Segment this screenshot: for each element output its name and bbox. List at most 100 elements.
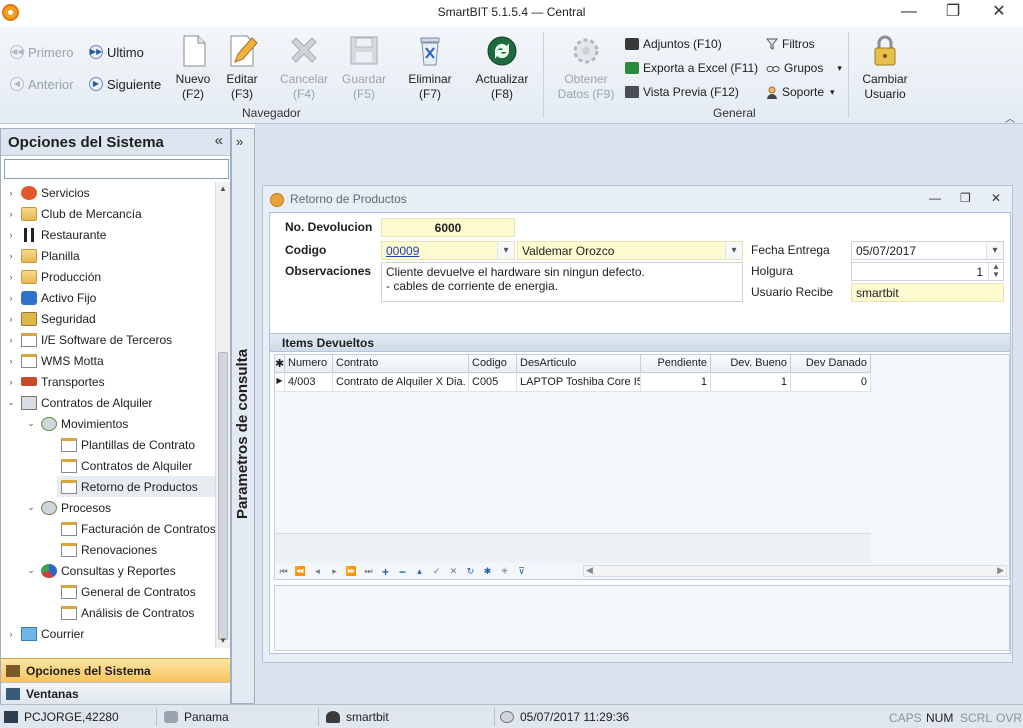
tree-item-courrier[interactable]: › Courrier	[5, 623, 84, 644]
guardar-button[interactable]: Guardar (F5)	[333, 32, 395, 106]
scroll-right-icon[interactable]: ▶	[997, 565, 1004, 576]
minimize-button[interactable]: —	[886, 0, 932, 26]
tree-item-ie-software[interactable]: › I/E Software de Terceros	[5, 329, 172, 350]
tree-item-movimientos[interactable]: ⌄ Movimientos	[25, 413, 128, 434]
grid-hscrollbar[interactable]: ◀ ▶	[583, 565, 1007, 577]
form-close-button[interactable]: ✕	[991, 191, 1001, 205]
observaciones-field[interactable]: Cliente devuelve el hardware sin ningun …	[381, 262, 743, 302]
cliente-field[interactable]: Valdemar Orozco	[517, 241, 743, 260]
eliminar-button[interactable]: Eliminar (F7)	[399, 32, 461, 106]
form-minimize-button[interactable]: —	[929, 191, 941, 205]
collapse-ribbon-icon[interactable]: ︿	[1005, 110, 1015, 125]
tree-item-consultas[interactable]: ⌄ Consultas y Reportes	[25, 560, 176, 581]
grid-header[interactable]: Dev. Bueno	[711, 355, 791, 373]
obtener-datos-button[interactable]: Obtener Datos (F9)	[555, 32, 617, 106]
nav-prev-icon[interactable]: ◂	[309, 566, 326, 577]
grid-header[interactable]: DesArticulo	[517, 355, 641, 373]
nav-cancel-icon[interactable]: ✕	[445, 566, 462, 577]
grid-cell[interactable]: 4/003	[285, 374, 333, 392]
exporta-excel-button[interactable]: Exporta a Excel (F11)	[625, 58, 758, 78]
tree-item-transportes[interactable]: › Transportes	[5, 371, 105, 392]
grid-header[interactable]: Dev Danado	[791, 355, 871, 373]
expand-icon[interactable]: ›	[5, 314, 17, 324]
nav-goto-bookmark-icon[interactable]: ✳	[496, 566, 513, 577]
codigo-field[interactable]: 00009	[381, 241, 515, 260]
expand-icon[interactable]: ›	[5, 377, 17, 387]
nav-refresh-icon[interactable]: ↻	[462, 566, 479, 577]
tree-item-servicios[interactable]: › Servicios	[5, 182, 90, 203]
expand-icon[interactable]: ›	[5, 209, 17, 219]
params-panel[interactable]: » Parametros de consulta	[231, 128, 255, 704]
maximize-button[interactable]: ❐	[930, 0, 976, 26]
grid-header[interactable]: Pendiente	[641, 355, 711, 373]
collapse-icon[interactable]: ⌄	[5, 397, 17, 408]
nav-opciones-sistema[interactable]: Opciones del Sistema	[1, 658, 230, 682]
collapse-icon[interactable]: ⌄	[25, 565, 37, 576]
nav-filter-icon[interactable]: ⊽	[513, 566, 530, 577]
tree-item-activo-fijo[interactable]: › Activo Fijo	[5, 287, 96, 308]
tree-item-general-contratos[interactable]: General de Contratos	[57, 581, 196, 602]
tree-item-produccion[interactable]: › Producción	[5, 266, 101, 287]
actualizar-button[interactable]: Actualizar (F8)	[471, 32, 533, 106]
collapse-icon[interactable]: ⌄	[25, 418, 37, 429]
tree-item-procesos[interactable]: ⌄ Procesos	[25, 497, 111, 518]
form-restore-button[interactable]: ❐	[960, 191, 971, 205]
expand-icon[interactable]: ›	[5, 335, 17, 345]
tree-item-facturacion[interactable]: Facturación de Contratos	[57, 518, 215, 539]
expand-icon[interactable]: ›	[5, 629, 17, 639]
tree-item-planilla[interactable]: › Planilla	[5, 245, 80, 266]
holgura-spinner-icon[interactable]: ▲ ▼	[988, 263, 1003, 280]
grid-header[interactable]: Numero	[285, 355, 333, 373]
nav-prev-page-icon[interactable]: ⏪	[292, 566, 309, 577]
grupos-button[interactable]: Grupos ▾	[766, 58, 842, 78]
nav-last-icon[interactable]: ⏭	[360, 566, 377, 577]
tree-item-seguridad[interactable]: › Seguridad	[5, 308, 96, 329]
collapse-icon[interactable]: ⌄	[25, 502, 37, 513]
editar-button[interactable]: Editar (F3)	[211, 32, 273, 106]
tree-item-retorno-productos[interactable]: Retorno de Productos	[57, 476, 215, 497]
grid-cell[interactable]: 1	[641, 374, 711, 392]
expand-icon[interactable]: ›	[5, 356, 17, 366]
tree-item-wms[interactable]: › WMS Motta	[5, 350, 104, 371]
nav-add-icon[interactable]: +	[377, 565, 394, 579]
grid-cell[interactable]: Contrato de Alquiler X Dia.	[333, 374, 469, 392]
anterior-button[interactable]: ◀ Anterior	[10, 74, 74, 94]
sidebar-search-input[interactable]	[4, 159, 229, 179]
tree-scrollbar[interactable]: ▲ ▼	[215, 182, 230, 648]
ultimo-button[interactable]: ▶▶ Ultimo	[89, 42, 144, 62]
no-devolucion-field[interactable]: 6000	[381, 218, 515, 237]
expand-icon[interactable]: ›	[5, 251, 17, 261]
tree-item-plantillas[interactable]: Plantillas de Contrato	[57, 434, 195, 455]
adjuntos-button[interactable]: Adjuntos (F10)	[625, 34, 722, 54]
primero-button[interactable]: ◀◀ Primero	[10, 42, 74, 62]
grid-header[interactable]: Contrato	[333, 355, 469, 373]
fecha-entrega-field[interactable]: 05/07/2017	[851, 241, 1004, 260]
scroll-thumb[interactable]	[218, 352, 228, 640]
filtros-button[interactable]: Filtros	[765, 34, 815, 54]
cancelar-button[interactable]: Cancelar (F4)	[273, 32, 335, 106]
expand-icon[interactable]: ›	[5, 230, 17, 240]
nav-next-page-icon[interactable]: ⏩	[343, 566, 360, 577]
expand-icon[interactable]: ›	[5, 188, 17, 198]
expand-icon[interactable]: ›	[5, 272, 17, 282]
cambiar-usuario-button[interactable]: Cambiar Usuario	[854, 32, 916, 106]
params-expand-button[interactable]: »	[236, 134, 243, 149]
nav-confirm-icon[interactable]: ✓	[428, 566, 445, 577]
tree-item-analisis[interactable]: Análisis de Contratos	[57, 602, 194, 623]
grid-cell[interactable]: 1	[711, 374, 791, 392]
nav-remove-icon[interactable]: −	[394, 565, 411, 579]
tree-item-contratos[interactable]: Contratos de Alquiler	[57, 455, 192, 476]
tree-item-renovaciones[interactable]: Renovaciones	[57, 539, 157, 560]
grid-cell[interactable]: 0	[791, 374, 871, 392]
tree-item-contratos-alquiler[interactable]: ⌄ Contratos de Alquiler	[5, 392, 152, 413]
grid-header[interactable]: Codigo	[469, 355, 517, 373]
nav-ventanas[interactable]: Ventanas	[1, 682, 230, 704]
scroll-down-icon[interactable]: ▼	[218, 636, 228, 645]
scroll-up-icon[interactable]: ▲	[218, 184, 228, 193]
nav-next-icon[interactable]: ▸	[326, 566, 343, 577]
nav-bookmark-icon[interactable]: ✱	[479, 566, 496, 577]
expand-icon[interactable]: ›	[5, 293, 17, 303]
grid-cell[interactable]: LAPTOP Toshiba Core I5,	[517, 374, 641, 392]
scroll-left-icon[interactable]: ◀	[586, 565, 593, 576]
tree-item-restaurante[interactable]: › Restaurante	[5, 224, 106, 245]
